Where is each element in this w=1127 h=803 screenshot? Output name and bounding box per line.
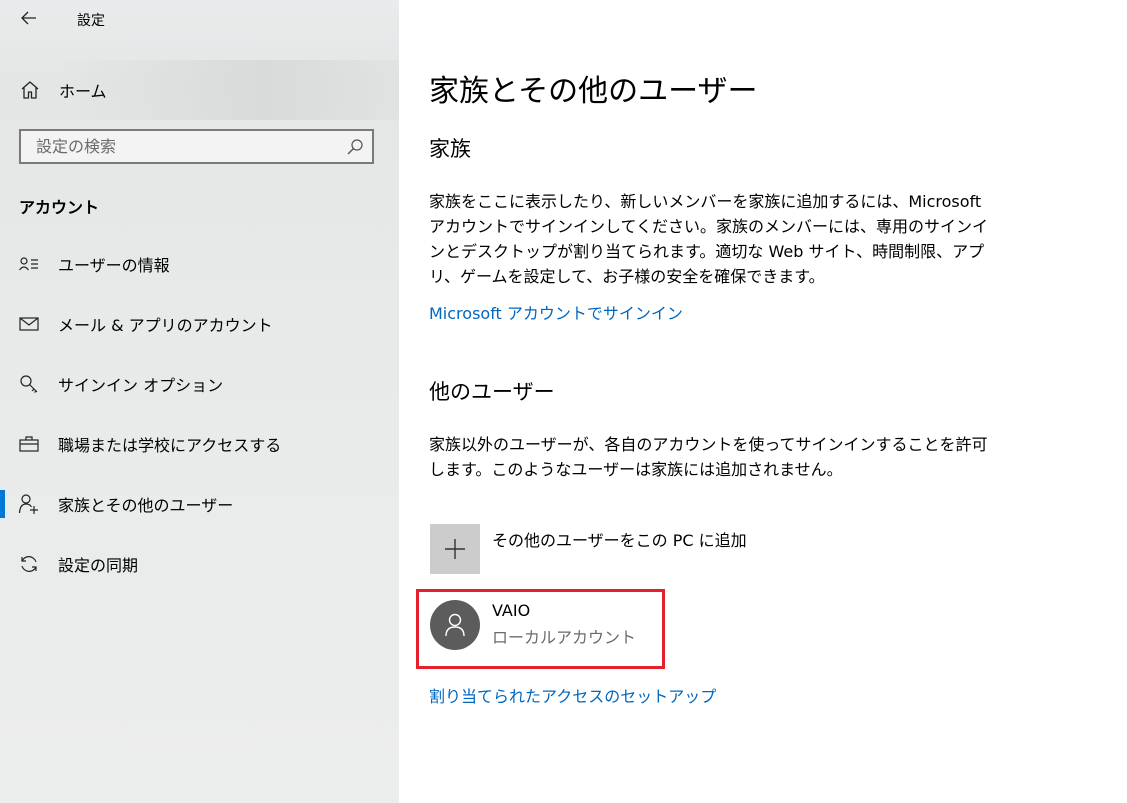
- sidebar-item-family-other-users[interactable]: 家族とその他のユーザー: [0, 484, 399, 524]
- briefcase-icon: [19, 436, 39, 452]
- back-arrow-icon[interactable]: [19, 8, 39, 28]
- sidebar-item-label: 職場または学校にアクセスする: [58, 436, 282, 455]
- sidebar-item-home[interactable]: ホーム: [19, 76, 107, 104]
- sidebar-item-label: メール & アプリのアカウント: [58, 316, 273, 335]
- user-name: VAIO: [492, 600, 531, 620]
- family-user-icon: [18, 494, 38, 514]
- sync-icon: [21, 556, 37, 572]
- sidebar-item-label: サインイン オプション: [58, 376, 224, 395]
- user-account-type: ローカルアカウント: [492, 627, 637, 647]
- search-icon[interactable]: [346, 138, 364, 156]
- family-heading: 家族: [429, 137, 471, 161]
- person-icon: [445, 613, 465, 637]
- home-icon: [21, 81, 39, 99]
- sidebar-item-label: 設定の同期: [58, 556, 139, 575]
- plus-icon: [445, 539, 465, 559]
- sidebar-background-blur: [60, 60, 399, 120]
- search-input[interactable]: [21, 131, 346, 162]
- sidebar-item-sync-settings[interactable]: 設定の同期: [0, 544, 399, 584]
- sidebar-item-mail-accounts[interactable]: メール & アプリのアカウント: [0, 304, 399, 344]
- family-description: 家族をここに表示したり、新しいメンバーを家族に追加するには、Microsoft …: [429, 192, 989, 286]
- user-account-vaio[interactable]: VAIO ローカルアカウント: [430, 600, 636, 650]
- app-title: 設定: [77, 13, 105, 29]
- sidebar-item-label: ユーザーの情報: [58, 256, 170, 275]
- key-icon: [20, 375, 38, 393]
- other-users-heading: 他のユーザー: [429, 380, 555, 404]
- sidebar-item-label: 家族とその他のユーザー: [58, 496, 234, 515]
- sidebar: 設定 ホーム アカウント ユーザーの情報 メール & アプリのアカウント: [0, 0, 399, 803]
- sidebar-item-sign-in-options[interactable]: サインイン オプション: [0, 364, 399, 404]
- search-box[interactable]: [19, 129, 374, 164]
- other-users-description: 家族以外のユーザーが、各自のアカウントを使ってサインインすることを許可します。こ…: [429, 435, 988, 479]
- sidebar-item-user-info[interactable]: ユーザーの情報: [0, 244, 399, 284]
- add-other-user-button[interactable]: その他のユーザーをこの PC に追加: [430, 524, 747, 574]
- add-user-label: その他のユーザーをこの PC に追加: [492, 531, 747, 550]
- mail-icon: [19, 317, 39, 331]
- avatar: [430, 600, 480, 650]
- user-info-icon: [19, 257, 38, 271]
- microsoft-sign-in-link[interactable]: Microsoft アカウントでサインイン: [429, 300, 683, 324]
- add-user-tile[interactable]: [430, 524, 480, 574]
- page-title: 家族とその他のユーザー: [429, 74, 758, 109]
- sidebar-item-label: ホーム: [59, 82, 107, 101]
- sidebar-item-work-school[interactable]: 職場または学校にアクセスする: [0, 424, 399, 464]
- section-header-account: アカウント: [19, 198, 100, 217]
- user-info: VAIO ローカルアカウント: [492, 601, 636, 648]
- assigned-access-link[interactable]: 割り当てられたアクセスのセットアップ: [429, 683, 716, 707]
